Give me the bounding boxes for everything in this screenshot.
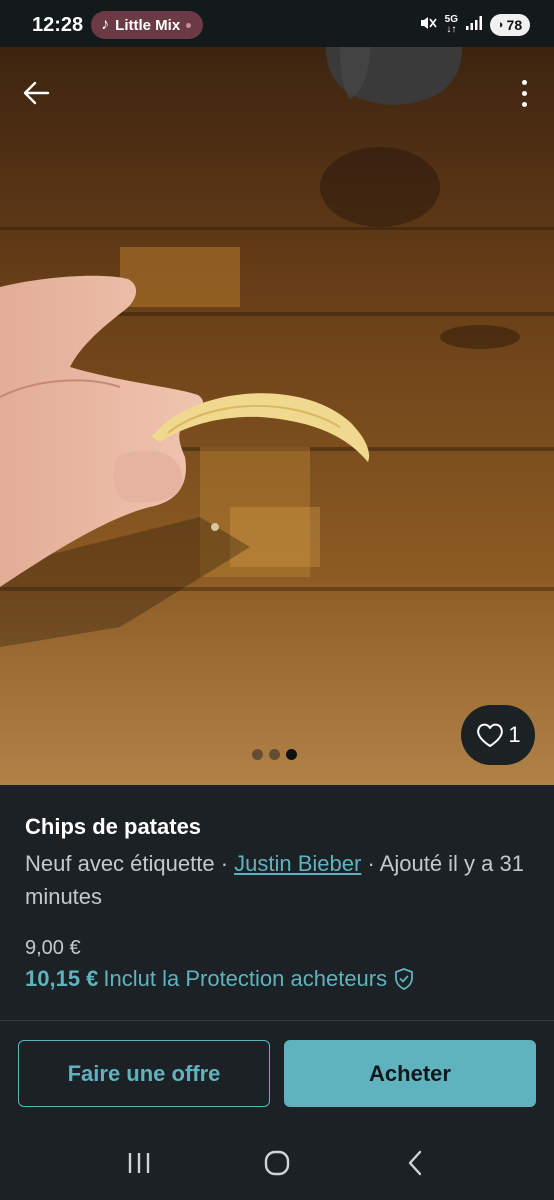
network-indicator: 5G ↓↑ <box>444 14 458 35</box>
protection-text: Inclut la Protection acheteurs <box>103 966 388 991</box>
listing-details: Chips de patates Neuf avec étiquette · J… <box>25 813 535 993</box>
music-note-icon: ♪ <box>101 16 110 33</box>
system-back-button[interactable] <box>390 1138 440 1188</box>
home-button[interactable] <box>252 1138 302 1188</box>
listing-meta: Neuf avec étiquette · Justin Bieber · Aj… <box>25 847 535 913</box>
total-price: 10,15 € <box>25 966 99 991</box>
battery-indicator: ◗ 78 <box>490 14 530 36</box>
gallery-pagination <box>252 749 297 760</box>
buyer-protection-price[interactable]: 10,15 € Inclut la Protection acheteurs <box>25 965 535 993</box>
home-icon <box>264 1150 290 1176</box>
divider <box>0 1020 554 1021</box>
signal-icon <box>466 15 482 35</box>
listing-title: Chips de patates <box>25 814 202 839</box>
listing-photo <box>0 47 554 785</box>
more-options-button[interactable] <box>512 73 536 113</box>
listing-photo-gallery[interactable]: 1 <box>0 47 554 785</box>
recent-apps-button[interactable] <box>114 1138 164 1188</box>
chevron-left-icon <box>408 1150 422 1176</box>
back-button[interactable] <box>18 75 54 111</box>
battery-leaf-icon: ◗ <box>497 19 505 31</box>
action-bar: Faire une offre Acheter <box>18 1040 536 1107</box>
gallery-dot-active[interactable] <box>286 749 297 760</box>
gallery-dot[interactable] <box>252 749 263 760</box>
status-bar: 12:28 ♪ Little Mix 5G ↓↑ ◗ 78 <box>0 0 554 50</box>
arrow-left-icon <box>23 81 50 105</box>
more-dot-icon <box>521 90 527 96</box>
status-icons: 5G ↓↑ ◗ 78 <box>419 14 530 37</box>
condition-label: Neuf avec étiquette <box>25 851 215 876</box>
system-navigation-bar <box>0 1126 554 1200</box>
status-time: 12:28 <box>32 13 84 36</box>
heart-icon <box>477 723 504 747</box>
item-price: 9,00 € <box>25 937 81 959</box>
more-dot-icon <box>521 101 527 107</box>
gallery-dot[interactable] <box>269 749 280 760</box>
media-title: Little Mix <box>115 16 181 34</box>
favorite-button[interactable]: 1 <box>461 705 535 765</box>
battery-level: 78 <box>506 17 523 33</box>
recent-apps-icon <box>128 1153 150 1173</box>
seller-link[interactable]: Justin Bieber <box>234 851 361 876</box>
media-pill[interactable]: ♪ Little Mix <box>91 11 204 39</box>
meta-separator: · <box>361 851 380 876</box>
buy-button[interactable]: Acheter <box>284 1040 536 1107</box>
media-indicator-dot <box>186 22 192 28</box>
meta-separator: · <box>214 851 235 876</box>
favorite-count: 1 <box>508 722 521 747</box>
more-dot-icon <box>521 79 527 85</box>
make-offer-button[interactable]: Faire une offre <box>18 1040 270 1107</box>
mute-icon <box>419 14 437 37</box>
shield-check-icon <box>395 968 414 990</box>
